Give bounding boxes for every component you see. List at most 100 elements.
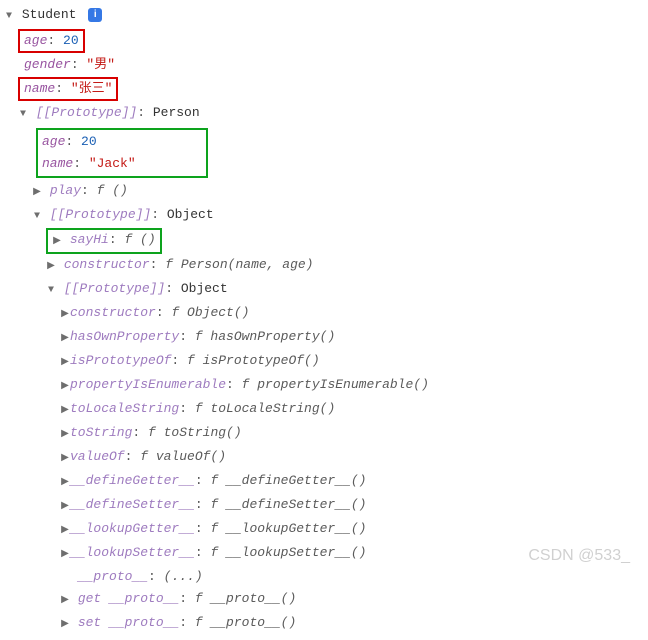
expand-toggle[interactable] [60,424,70,446]
prototype-object-2[interactable]: [[Prototype]]: Object [4,278,648,302]
prop-value: f __lookupGetter__() [210,521,366,536]
proto-method[interactable]: __defineGetter__: f __defineGetter__() [4,470,648,494]
prop-value: f valueOf() [140,449,226,464]
expand-toggle[interactable] [60,304,70,326]
expand-toggle[interactable] [60,544,70,566]
expand-toggle[interactable] [60,590,70,612]
prop-key: toLocaleString [70,401,179,416]
proto-method[interactable]: __lookupGetter__: f __lookupGetter__() [4,518,648,542]
proto-method[interactable]: propertyIsEnumerable: f propertyIsEnumer… [4,374,648,398]
prop-key: __lookupGetter__ [70,521,195,536]
expand-toggle[interactable] [60,328,70,350]
prop-value: 20 [63,33,79,48]
proto-method[interactable]: __defineSetter__: f __defineSetter__() [4,494,648,518]
expand-toggle[interactable] [60,496,70,518]
proto-constructor[interactable]: constructor: f Person(name, age) [4,254,648,278]
expand-toggle[interactable] [46,256,56,278]
expand-toggle[interactable] [52,232,62,252]
prop-key: isPrototypeOf [70,353,171,368]
expand-toggle[interactable] [4,6,14,28]
prop-key: sayHi [70,232,109,247]
proto-method-play[interactable]: play: f () [4,180,648,204]
prop-value: f hasOwnProperty() [195,329,335,344]
prop-key: __defineGetter__ [70,473,195,488]
proto-dunder-proto[interactable]: __proto__: (...) [4,566,648,588]
proto-method[interactable]: constructor: f Object() [4,302,648,326]
prop-key: set __proto__ [78,615,179,630]
prop-key: __proto__ [78,569,148,584]
proto-method-sayhi[interactable]: sayHi: f () [4,228,648,254]
prototype-object-1[interactable]: [[Prototype]]: Object [4,204,648,228]
expand-toggle[interactable] [60,520,70,542]
prop-name: name: "张三" [4,76,648,102]
prop-key: get __proto__ [78,591,179,606]
expand-toggle[interactable] [60,400,70,422]
object-type: Object [181,281,228,296]
prop-key: constructor [64,257,150,272]
proto-method[interactable]: toLocaleString: f toLocaleString() [4,398,648,422]
info-icon[interactable]: i [88,8,102,22]
prop-value: "男" [86,57,115,72]
expand-toggle[interactable] [60,614,70,636]
expand-toggle[interactable] [46,280,56,302]
prop-key: age [24,33,47,48]
expand-toggle[interactable] [60,376,70,398]
prop-value: f toLocaleString() [195,401,335,416]
highlight-green: sayHi: f () [46,228,162,254]
prop-value: "Jack" [89,156,136,171]
prop-value: f __proto__() [195,591,296,606]
highlight-red: age: 20 [18,29,85,53]
prop-value: f Object() [171,305,249,320]
expand-toggle[interactable] [60,448,70,470]
object-type: Person [153,105,200,120]
proto-prop-name: name: "Jack" [42,153,202,175]
prop-key: valueOf [70,449,125,464]
tree-root[interactable]: Student i [4,4,648,28]
expand-toggle[interactable] [32,206,42,228]
proto-method[interactable]: toString: f toString() [4,422,648,446]
prop-value: f () [124,232,155,247]
internal-slot: [[Prototype]] [64,281,165,296]
prop-value: f __proto__() [195,615,296,630]
prop-age: age: 20 [4,28,648,54]
object-type: Student [22,7,77,22]
prop-value: f __defineGetter__() [210,473,366,488]
prop-gender: gender: "男" [4,54,648,76]
prop-key: propertyIsEnumerable [70,377,226,392]
expand-toggle[interactable] [18,104,28,126]
internal-slot: [[Prototype]] [36,105,137,120]
proto-get-proto[interactable]: get __proto__: f __proto__() [4,588,648,612]
prop-value: f __lookupSetter__() [210,545,366,560]
highlight-red: name: "张三" [18,77,118,101]
expand-toggle[interactable] [60,352,70,374]
prop-key: age [42,134,65,149]
expand-toggle[interactable] [32,182,42,204]
prop-value: f () [97,183,128,198]
prototype-person[interactable]: [[Prototype]]: Person [4,102,648,126]
expand-toggle[interactable] [60,472,70,494]
prop-value: f propertyIsEnumerable() [242,377,429,392]
prop-key: name [24,81,55,96]
object-type: Object [167,207,214,222]
prop-key: __defineSetter__ [70,497,195,512]
proto-method[interactable]: hasOwnProperty: f hasOwnProperty() [4,326,648,350]
prop-key: play [50,183,81,198]
internal-slot: [[Prototype]] [50,207,151,222]
proto-method[interactable]: valueOf: f valueOf() [4,446,648,470]
prop-key: toString [70,425,132,440]
highlight-green: age: 20 name: "Jack" [36,128,208,178]
prop-key: hasOwnProperty [70,329,179,344]
prop-value: 20 [81,134,97,149]
prop-value: (...) [164,569,203,584]
prop-key: __lookupSetter__ [70,545,195,560]
prop-value: f toString() [148,425,242,440]
prop-value: f isPrototypeOf() [187,353,320,368]
proto-method[interactable]: __lookupSetter__: f __lookupSetter__() [4,542,648,566]
proto-method[interactable]: isPrototypeOf: f isPrototypeOf() [4,350,648,374]
proto-set-proto[interactable]: set __proto__: f __proto__() [4,612,648,636]
proto-prop-age: age: 20 [42,131,202,153]
prop-key: constructor [70,305,156,320]
prop-key: gender [24,57,71,72]
prop-value: f __defineSetter__() [210,497,366,512]
prop-value: f Person(name, age) [165,257,313,272]
